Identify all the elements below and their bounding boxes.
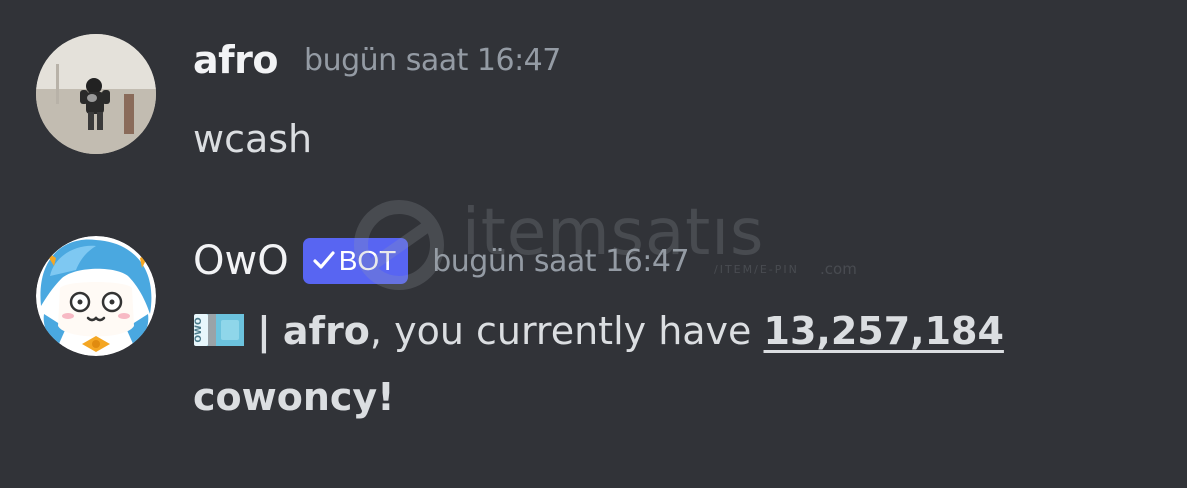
- cowoncy-amount: 13,257,184: [763, 309, 1004, 353]
- message-header: afro bugün saat 16:47: [193, 38, 561, 82]
- svg-text:OWO: OWO: [194, 317, 204, 343]
- message-text: , you currently have: [369, 309, 764, 353]
- message-content: OWO | afro, you currently have 13,257,184…: [193, 300, 1073, 428]
- user-mention[interactable]: afro: [283, 309, 370, 353]
- watermark-domain: .com: [820, 260, 857, 278]
- checkmark-icon: [313, 245, 335, 277]
- watermark-sub: /ITEM/E-PIN: [714, 263, 799, 276]
- avatar-owo[interactable]: [36, 236, 156, 356]
- username[interactable]: afro: [193, 38, 279, 82]
- message-content: wcash: [193, 117, 313, 161]
- separator: |: [257, 309, 271, 353]
- message-header: OwO BOT bugün saat 16:47: [193, 238, 690, 284]
- username[interactable]: OwO: [193, 238, 289, 284]
- timestamp[interactable]: bugün saat 16:47: [432, 244, 689, 279]
- avatar-afro[interactable]: [36, 34, 156, 154]
- bot-tag-label: BOT: [338, 245, 397, 276]
- cowoncy-cash-icon: OWO: [193, 304, 245, 366]
- currency-label: cowoncy!: [193, 375, 395, 419]
- timestamp[interactable]: bugün saat 16:47: [304, 43, 561, 78]
- bot-tag: BOT: [302, 238, 409, 284]
